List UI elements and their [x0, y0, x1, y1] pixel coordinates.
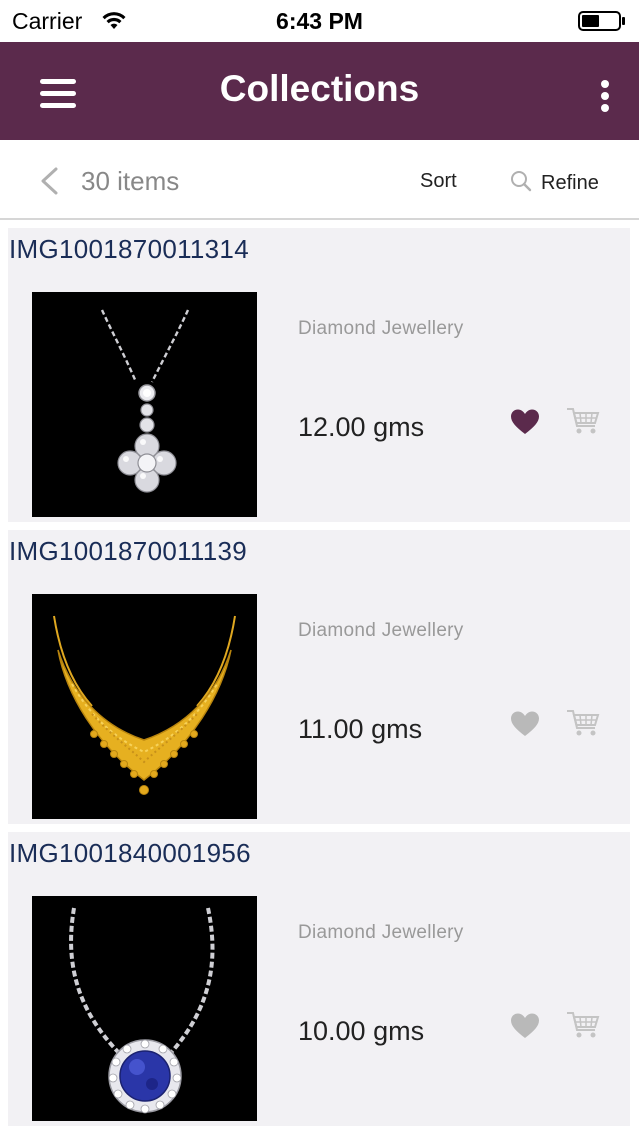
favorite-heart-icon[interactable]	[510, 710, 540, 738]
status-bar: Carrier 6:43 PM	[0, 0, 639, 42]
product-category: Diamond Jewellery	[298, 318, 464, 339]
items-count: 30 items	[81, 166, 180, 196]
product-card[interactable]: IMG1001840001956 Diamond Jewellery 10.00…	[8, 832, 630, 1126]
product-image-gold-necklace	[32, 594, 257, 819]
favorite-heart-icon[interactable]	[510, 1012, 540, 1040]
product-image-diamond-pendant	[32, 292, 257, 517]
add-to-cart-icon[interactable]	[566, 1010, 600, 1040]
product-card[interactable]: IMG1001870011139 Diamond Jewellery 11.00…	[8, 530, 630, 824]
back-chevron-icon[interactable]	[38, 166, 60, 196]
product-weight: 11.00 gms	[298, 714, 423, 744]
page-title: Collections	[219, 68, 420, 109]
status-time: 6:43 PM	[276, 8, 363, 34]
list-toolbar: 30 items Sort Refine	[0, 140, 639, 220]
add-to-cart-icon[interactable]	[566, 406, 600, 436]
favorite-heart-icon[interactable]	[510, 408, 540, 436]
battery-icon	[578, 11, 625, 31]
product-category: Diamond Jewellery	[298, 620, 464, 641]
product-weight: 10.00 gms	[298, 1016, 425, 1046]
app-header: Collections	[0, 42, 639, 140]
search-icon	[511, 171, 532, 192]
product-code: IMG1001870011314	[9, 234, 249, 264]
product-image-sapphire-pendant	[32, 896, 257, 1121]
product-code: IMG1001840001956	[9, 838, 251, 868]
more-options-icon[interactable]	[598, 80, 612, 114]
product-weight: 12.00 gms	[298, 412, 425, 442]
product-code: IMG1001870011139	[9, 536, 248, 566]
add-to-cart-icon[interactable]	[566, 708, 600, 738]
product-category: Diamond Jewellery	[298, 922, 464, 943]
product-card[interactable]: IMG1001870011314 Diamond Jewellery 12.00…	[8, 228, 630, 522]
sort-button[interactable]: Sort	[420, 170, 457, 193]
refine-label: Refine	[541, 172, 599, 194]
